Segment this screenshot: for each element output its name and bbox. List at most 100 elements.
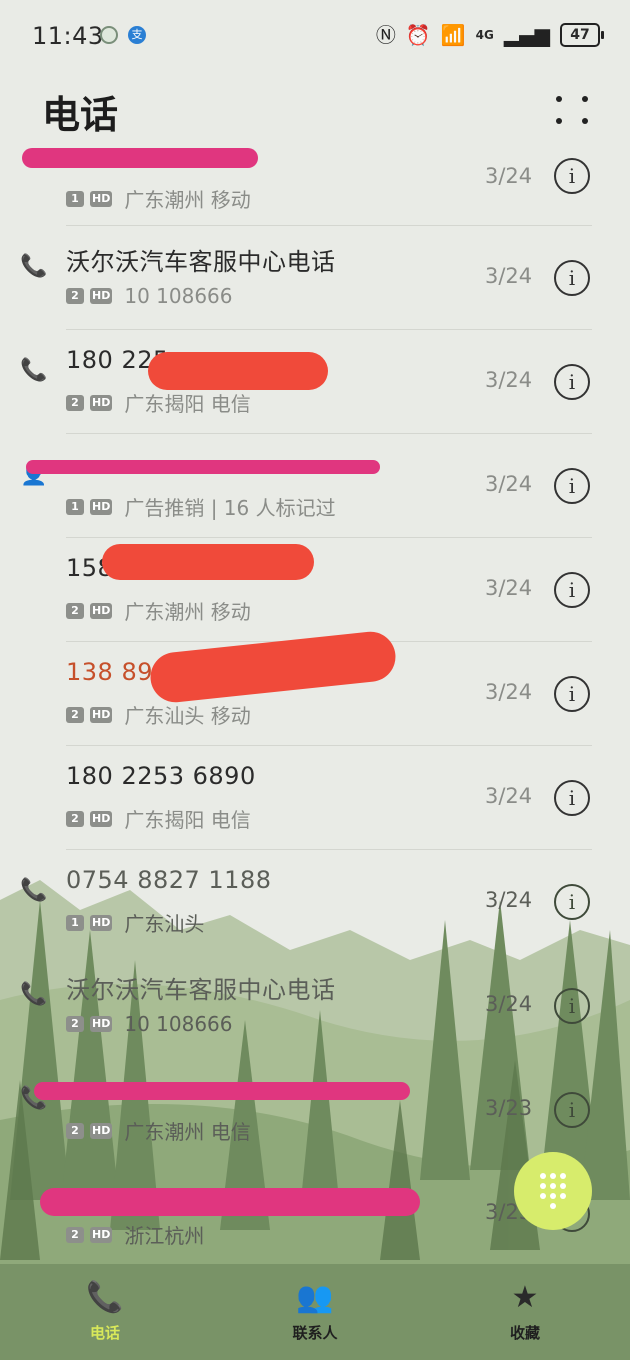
sim-badge: 2 (66, 288, 84, 304)
call-subtitle: 2 HD 广东潮州 电信 (66, 1116, 251, 1145)
redaction-mark (40, 1188, 420, 1216)
call-date: 3/24 (485, 992, 533, 1016)
call-name: 180 2253 6890 (66, 762, 256, 790)
call-info-button[interactable]: i (554, 676, 590, 712)
tab-favorites[interactable]: ★ 收藏 (465, 1278, 585, 1343)
alipay-notification-icon: 支 (128, 26, 146, 44)
hd-badge: HD (90, 1016, 113, 1032)
call-info-button[interactable]: i (554, 468, 590, 504)
sim-badge: 1 (66, 190, 84, 207)
redaction-mark (148, 352, 328, 390)
call-date: 3/24 (485, 164, 533, 188)
call-subtitle: 2 HD 10 108666 (66, 1012, 233, 1036)
sim-badge: 2 (66, 394, 84, 411)
call-log-row[interactable]: 138 899 2 HD 广东汕头 移动 3/24 i (0, 629, 630, 746)
call-location: 广东揭阳 电信 (124, 392, 251, 416)
contacts-icon: 👥 (296, 1280, 334, 1315)
sim-badge: 2 (66, 1226, 84, 1243)
call-info-button[interactable]: i (554, 158, 590, 194)
alarm-icon: ⏰ (405, 23, 431, 47)
call-subtitle: 2 HD 广东潮州 移动 (66, 596, 251, 625)
call-subtitle: 2 HD 广东汕头 移动 (66, 700, 251, 729)
sim-badge: 2 (66, 810, 84, 827)
call-subtitle: 2 HD 广东揭阳 电信 (66, 388, 251, 417)
tab-phone[interactable]: 📞 电话 (45, 1278, 165, 1343)
call-location: 广东潮州 移动 (124, 600, 251, 624)
call-location: 10 108666 (124, 284, 233, 308)
sim-badge: 2 (66, 706, 84, 723)
tab-contacts[interactable]: 👥 联系人 (255, 1278, 375, 1343)
call-log-row[interactable]: 👤 1 HD 广告推销 | 16 人标记过 3/24 i (0, 434, 630, 538)
call-log-row[interactable]: 📞 180 225 2 HD 广东揭阳 电信 3/24 i (0, 330, 630, 434)
app-notification-icon (100, 26, 118, 44)
call-name: 沃尔沃汽车客服中心电话 (66, 248, 336, 276)
call-subtitle: 1 HD 广东汕头 (66, 908, 204, 937)
sim-badge: 1 (66, 914, 84, 931)
phone-outgoing-icon: 📞 (20, 358, 48, 383)
phone-outgoing-icon: 📞 (20, 878, 48, 903)
call-info-button[interactable]: i (554, 884, 590, 920)
call-date: 3/24 (485, 368, 533, 392)
hd-badge: HD (90, 1226, 113, 1243)
hd-badge: HD (90, 914, 113, 931)
call-log-row[interactable]: 158 2 HD 广东潮州 移动 3/24 i (0, 538, 630, 642)
call-subtitle: 2 HD 10 108666 (66, 284, 233, 308)
call-info-button[interactable]: i (554, 1092, 590, 1128)
call-log-row[interactable]: 📞 沃尔沃汽车客服中心电话 2 HD 10 108666 3/24 i (0, 226, 630, 330)
call-log-row[interactable]: 1 HD 广东潮州 移动 3/24 i (0, 128, 630, 226)
call-date: 3/24 (485, 888, 533, 912)
call-info-button[interactable]: i (554, 364, 590, 400)
call-log-row[interactable]: 📞 沃尔沃汽车客服中心电话 2 HD 10 108666 3/24 i (0, 954, 630, 1058)
redaction-mark (22, 148, 258, 168)
call-subtitle: 1 HD 广告推销 | 16 人标记过 (66, 492, 336, 521)
call-date: 3/24 (485, 784, 533, 808)
call-location: 广东潮州 电信 (124, 1120, 251, 1144)
signal-icon: ▂▄▆ (503, 23, 550, 47)
dialpad-icon[interactable] (514, 1152, 592, 1230)
redaction-mark (26, 460, 380, 474)
more-dots-icon[interactable] (552, 92, 592, 132)
status-bar: 11:43 支 Ⓝ ⏰ 📶 4G ▂▄▆ 47 (0, 0, 630, 72)
call-date: 3/24 (485, 576, 533, 600)
call-info-button[interactable]: i (554, 780, 590, 816)
call-subtitle: 1 HD 广东潮州 移动 (66, 184, 251, 213)
call-info-button[interactable]: i (554, 572, 590, 608)
call-name: 0754 8827 1188 (66, 866, 272, 894)
call-subtitle: 2 HD 浙江杭州 (66, 1220, 204, 1249)
hd-badge: HD (90, 706, 113, 723)
call-date: 3/24 (485, 472, 533, 496)
call-log-row[interactable]: 📞 2 HD 广东潮州 电信 3/23 i (0, 1058, 630, 1162)
call-date: 3/24 (485, 264, 533, 288)
phone-outgoing-icon: 📞 (20, 254, 48, 279)
hd-badge: HD (90, 190, 113, 207)
phone-icon: 📞 (86, 1280, 124, 1315)
call-location: 广东汕头 (124, 912, 205, 936)
network-type-label: 4G (475, 28, 494, 42)
call-subtitle: 2 HD 广东揭阳 电信 (66, 804, 251, 833)
sim-badge: 1 (66, 498, 84, 515)
call-info-button[interactable]: i (554, 988, 590, 1024)
call-info-button[interactable]: i (554, 260, 590, 296)
call-location: 10 108666 (124, 1012, 233, 1036)
call-log-row[interactable]: 180 2253 6890 2 HD 广东揭阳 电信 3/24 i (0, 746, 630, 850)
call-date: 3/23 (485, 1096, 533, 1120)
hd-badge: HD (90, 602, 113, 619)
hd-badge: HD (90, 1122, 113, 1139)
redaction-mark (34, 1082, 410, 1100)
call-log-row[interactable]: 📞 0754 8827 1188 1 HD 广东汕头 3/24 i (0, 850, 630, 954)
hd-badge: HD (90, 498, 113, 515)
tab-favorites-label: 收藏 (509, 1324, 540, 1342)
tab-contacts-label: 联系人 (292, 1324, 338, 1342)
call-location: 广告推销 | 16 人标记过 (124, 496, 336, 520)
hd-badge: HD (90, 394, 113, 411)
redaction-mark (102, 544, 314, 580)
sim-badge: 2 (66, 602, 84, 619)
hd-badge: HD (90, 288, 113, 304)
nfc-icon: Ⓝ (375, 23, 396, 47)
hd-badge: HD (90, 810, 113, 827)
battery-icon: 47 (560, 23, 604, 47)
call-location: 广东揭阳 电信 (124, 808, 251, 832)
call-location: 广东潮州 移动 (124, 188, 251, 212)
tab-phone-label: 电话 (89, 1324, 120, 1342)
phone-outgoing-icon: 📞 (20, 982, 48, 1007)
